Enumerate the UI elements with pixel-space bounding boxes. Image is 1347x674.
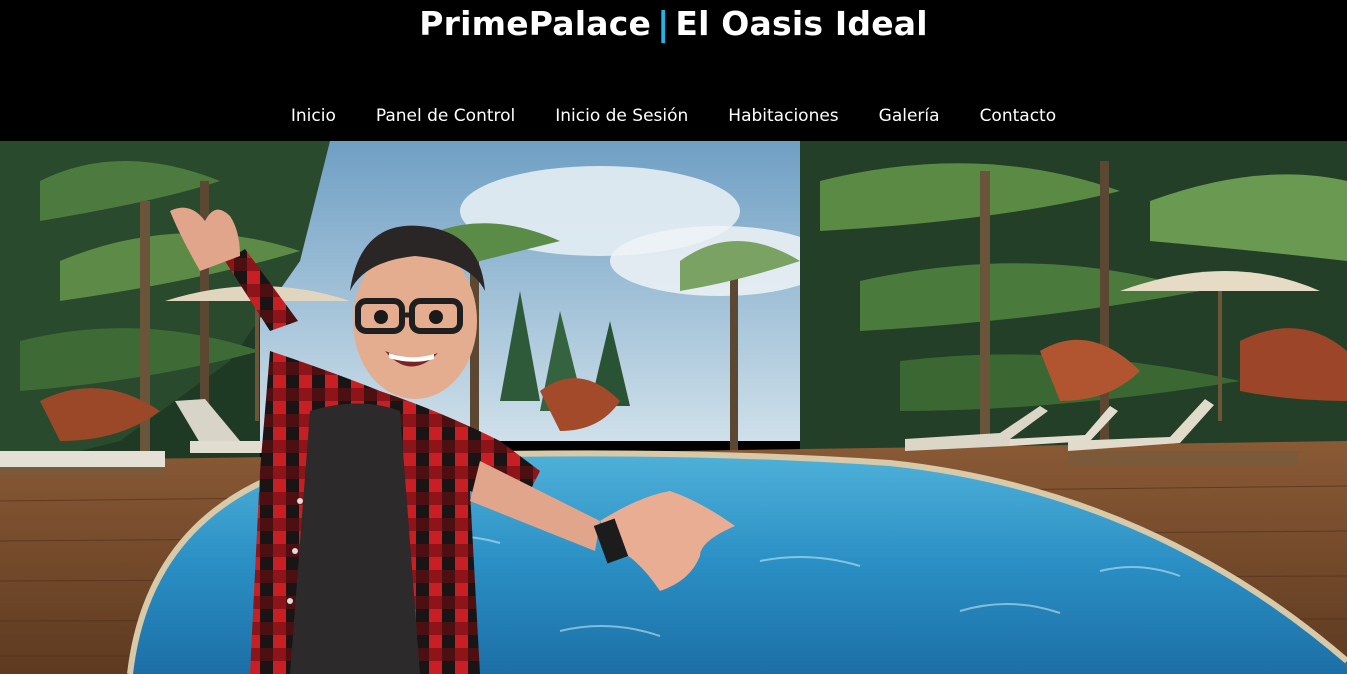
brand-tagline: El Oasis Ideal xyxy=(675,4,928,43)
nav-item-galeria[interactable]: Galería xyxy=(879,100,940,132)
site-title: PrimePalace | El Oasis Ideal xyxy=(0,2,1347,46)
nav-item-contacto[interactable]: Contacto xyxy=(980,100,1057,132)
brand-separator: | xyxy=(657,4,670,43)
brand-name: PrimePalace xyxy=(419,4,652,43)
main-nav: Inicio Panel de Control Inicio de Sesión… xyxy=(0,100,1347,132)
site-header: PrimePalace | El Oasis Ideal Inicio Panel … xyxy=(0,0,1347,141)
hero-banner xyxy=(0,141,1347,674)
nav-item-panel-de-control[interactable]: Panel de Control xyxy=(376,100,515,132)
nav-item-inicio-de-sesion[interactable]: Inicio de Sesión xyxy=(555,100,688,132)
hero-image xyxy=(0,141,1347,674)
nav-item-habitaciones[interactable]: Habitaciones xyxy=(728,100,838,132)
nav-item-inicio[interactable]: Inicio xyxy=(291,100,336,132)
